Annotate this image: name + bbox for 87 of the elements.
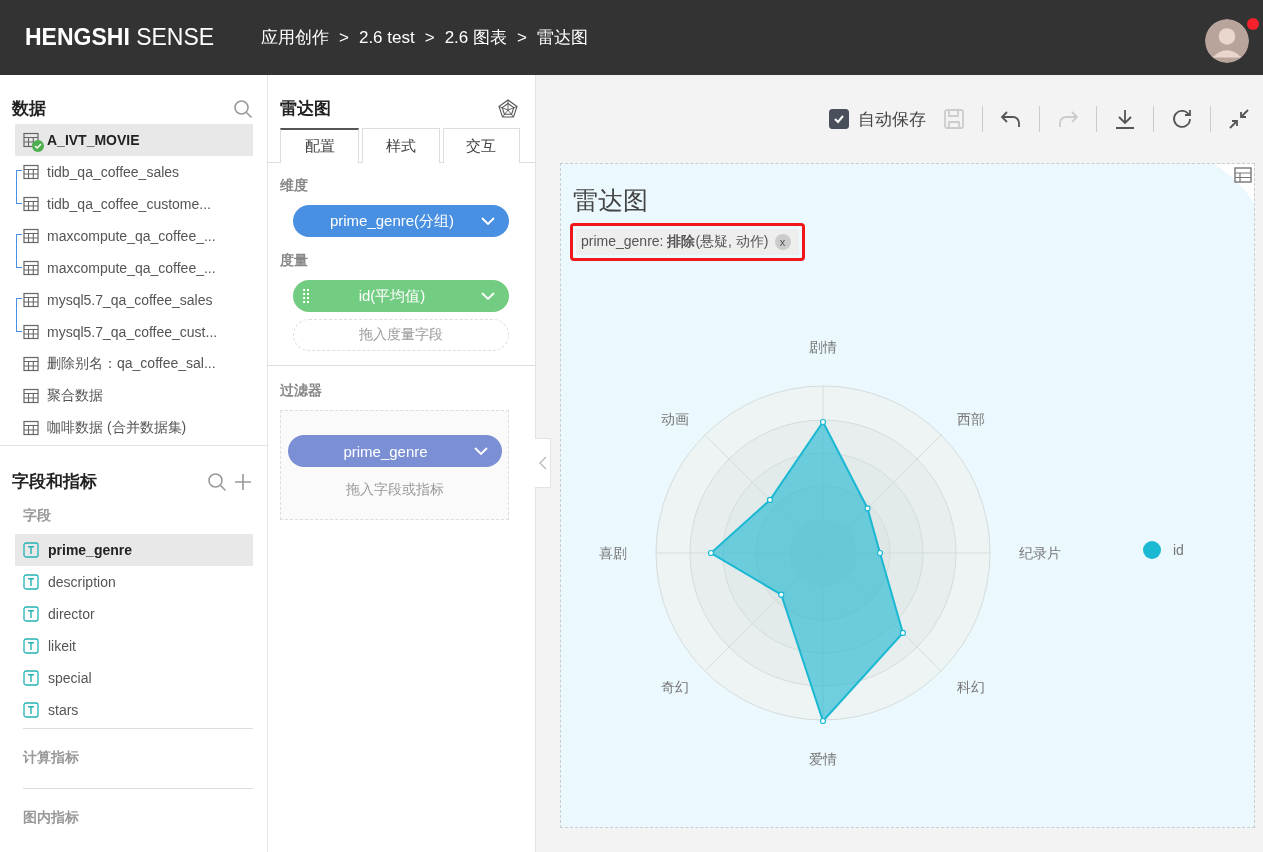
collapse-handle[interactable] (535, 438, 551, 488)
dataset-item[interactable]: maxcompute_qa_coffee_... (15, 252, 253, 284)
table-icon (23, 260, 39, 276)
check-icon (833, 113, 845, 125)
dataset-item[interactable]: mysql5.7_qa_coffee_sales (15, 284, 253, 316)
section-label: 维度 (280, 177, 309, 195)
search-icon[interactable] (233, 98, 253, 119)
table-icon (23, 228, 39, 244)
axis-label: 喜剧 (599, 545, 627, 561)
breadcrumb-link[interactable]: 雷达图 (536, 26, 588, 49)
table-icon (23, 292, 39, 308)
link-bracket (16, 234, 22, 268)
autosave-label: 自动保存 (858, 108, 926, 131)
config-tab[interactable]: 样式 (362, 128, 440, 163)
chevron-down-icon (473, 447, 488, 455)
axis-label: 剧情 (809, 339, 837, 355)
dataset-item[interactable]: A_IVT_MOVIE (15, 124, 253, 156)
data-point[interactable] (864, 505, 871, 512)
table-icon (23, 356, 39, 372)
axis-label: 西部 (957, 410, 986, 427)
add-icon[interactable] (233, 471, 253, 492)
data-point[interactable] (819, 717, 827, 725)
panel-title: 数据 (12, 98, 46, 120)
panel-title: 字段和指标 (12, 471, 97, 493)
dataset-item[interactable]: tidb_qa_coffee_sales (15, 156, 253, 188)
dataset-item[interactable]: tidb_qa_coffee_custome... (15, 188, 253, 220)
remove-filter-button[interactable]: x (774, 234, 791, 250)
data-point[interactable] (899, 629, 906, 636)
text-field-icon (23, 638, 39, 654)
filter-tag-text: prime_genre: 排除(悬疑, 动作) (581, 233, 769, 251)
text-field-icon (23, 702, 39, 718)
field-item[interactable]: prime_genre (15, 534, 253, 566)
chevron-down-icon (481, 217, 495, 225)
axis-label: 奇幻 (660, 679, 689, 696)
data-point[interactable] (778, 591, 785, 598)
table-view-icon[interactable] (1214, 164, 1254, 204)
data-point[interactable] (876, 549, 884, 557)
section-label: 度量 (280, 252, 309, 270)
axis-label: 爱情 (809, 751, 837, 767)
field-item[interactable]: director (15, 598, 253, 630)
chart-type-title: 雷达图 (280, 98, 331, 120)
field-item[interactable]: description (15, 566, 253, 598)
dataset-item[interactable]: 删除别名：qa_coffee_sal... (15, 348, 253, 380)
dataset-item[interactable]: 聚合数据 (15, 380, 253, 412)
table-icon (23, 164, 39, 180)
table-icon (23, 196, 39, 212)
breadcrumb-link[interactable]: 2.6 图表 (444, 26, 507, 49)
table-icon (23, 420, 39, 436)
search-icon[interactable] (207, 471, 227, 492)
table-icon (23, 388, 39, 404)
axis-label: 动画 (660, 410, 689, 427)
data-point[interactable] (819, 418, 827, 426)
table-icon (23, 324, 39, 340)
radar-chart-icon[interactable] (498, 98, 518, 119)
drag-handle-icon[interactable] (303, 289, 309, 303)
dataset-item[interactable]: 咖啡数据 (合并数据集) (15, 412, 253, 444)
data-point[interactable] (707, 549, 715, 557)
autosave-checkbox[interactable] (829, 109, 849, 129)
section-label: 过滤器 (280, 382, 323, 400)
chevron-down-icon (481, 292, 495, 300)
breadcrumb-separator: > (424, 27, 435, 48)
data-point[interactable] (766, 496, 774, 504)
dataset-item[interactable]: mysql5.7_qa_coffee_cust... (15, 316, 253, 348)
axis-label: 纪录片 (1019, 545, 1061, 561)
field-item[interactable]: likeit (15, 630, 253, 662)
link-bracket (16, 170, 22, 204)
link-bracket (16, 298, 22, 332)
breadcrumb-link[interactable]: 2.6 test (358, 27, 415, 48)
breadcrumb-separator: > (339, 27, 349, 48)
field-item[interactable]: stars (15, 694, 253, 726)
breadcrumb-separator: > (517, 27, 527, 48)
text-field-icon (23, 606, 39, 622)
table-icon (23, 132, 39, 148)
app-logo[interactable]: HENGSHI SENSE (25, 24, 261, 51)
user-avatar[interactable] (1205, 18, 1249, 63)
config-tab[interactable]: 配置 (280, 128, 360, 163)
text-field-icon (23, 574, 39, 590)
dataset-item[interactable]: maxcompute_qa_coffee_... (15, 220, 253, 252)
text-field-icon (23, 670, 39, 686)
axis-label: 科幻 (957, 679, 986, 696)
config-tab[interactable]: 交互 (442, 128, 520, 163)
breadcrumb-link[interactable]: 应用创作 (261, 26, 329, 49)
drop-hint: 拖入字段或指标 (345, 481, 444, 499)
chart-title: 雷达图 (573, 185, 649, 216)
text-field-icon (23, 542, 39, 558)
field-item[interactable]: special (15, 662, 253, 694)
legend-label[interactable]: id (1173, 542, 1184, 558)
